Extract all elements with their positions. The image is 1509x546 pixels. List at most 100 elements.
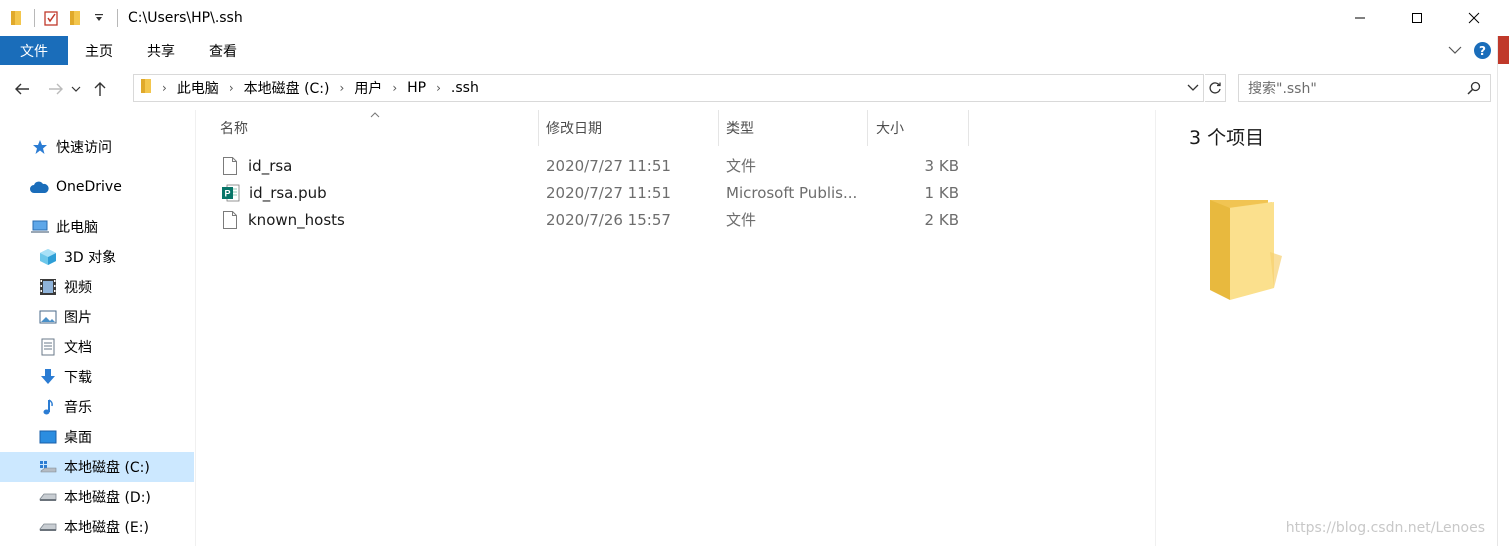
new-folder-icon[interactable] bbox=[67, 9, 83, 27]
blank-file-icon bbox=[222, 210, 240, 230]
customize-toolbar-dropdown-icon[interactable] bbox=[91, 9, 107, 27]
file-modified: 2020/7/27 11:51 bbox=[546, 156, 671, 175]
chevron-down-icon[interactable] bbox=[1187, 81, 1199, 97]
refresh-icon bbox=[1209, 82, 1221, 94]
file-size: 1 KB bbox=[924, 183, 959, 202]
nav-label: 桌面 bbox=[64, 430, 92, 446]
nav-item-pictures[interactable]: 图片 bbox=[0, 302, 194, 332]
recent-locations-dropdown-icon[interactable] bbox=[69, 76, 83, 102]
file-name: id_rsa.pub bbox=[249, 183, 327, 202]
file-row[interactable]: P id_rsa.pub 2020/7/27 11:51 Microsoft P… bbox=[210, 179, 1155, 206]
back-button[interactable] bbox=[9, 76, 35, 102]
file-row[interactable]: id_rsa 2020/7/27 11:51 文件 3 KB bbox=[210, 152, 1155, 179]
close-button[interactable] bbox=[1451, 0, 1497, 36]
file-size: 3 KB bbox=[924, 156, 959, 175]
download-icon bbox=[39, 368, 57, 386]
folder-icon[interactable] bbox=[8, 9, 24, 27]
breadcrumb-drive-c[interactable]: 本地磁盘 (C:) bbox=[244, 78, 330, 98]
nav-item-drive-d[interactable]: 本地磁盘 (D:) bbox=[0, 482, 194, 512]
column-header-type[interactable]: 类型 bbox=[716, 110, 868, 146]
drive-icon bbox=[39, 518, 57, 536]
navigation-pane: 快速访问 OneDrive 此电脑 3D 对象 视频 图片 文档 下载 音乐 桌… bbox=[0, 110, 196, 546]
breadcrumb-users[interactable]: 用户 bbox=[354, 78, 382, 98]
properties-icon[interactable] bbox=[43, 9, 59, 27]
large-folder-icon bbox=[1208, 198, 1284, 306]
file-modified: 2020/7/27 11:51 bbox=[546, 183, 671, 202]
address-bar[interactable]: › 此电脑 › 本地磁盘 (C:) › 用户 › HP › .ssh bbox=[133, 74, 1204, 102]
chevron-right-icon[interactable]: › bbox=[162, 81, 167, 95]
file-modified: 2020/7/26 15:57 bbox=[546, 210, 671, 229]
nav-label: 本地磁盘 (C:) bbox=[64, 460, 150, 476]
search-placeholder: 搜索".ssh" bbox=[1248, 81, 1317, 97]
toolbar-separator bbox=[117, 9, 118, 27]
refresh-button[interactable] bbox=[1205, 74, 1226, 102]
minimize-button[interactable] bbox=[1337, 0, 1383, 36]
nav-item-music[interactable]: 音乐 bbox=[0, 392, 194, 422]
search-icon[interactable] bbox=[1467, 81, 1481, 99]
file-type: 文件 bbox=[726, 211, 757, 229]
nav-label: OneDrive bbox=[56, 179, 122, 195]
drive-icon bbox=[39, 488, 57, 506]
nav-item-documents[interactable]: 文档 bbox=[0, 332, 194, 362]
chevron-right-icon[interactable]: › bbox=[436, 81, 441, 95]
nav-label: 视频 bbox=[64, 280, 92, 296]
file-row[interactable]: known_hosts 2020/7/26 15:57 文件 2 KB bbox=[210, 206, 1155, 233]
nav-label: 本地磁盘 (E:) bbox=[64, 520, 149, 536]
window-controls bbox=[1326, 0, 1497, 36]
file-list: 名称 修改日期 类型 大小 id_rsa 2020/7/27 11:51 文件 … bbox=[210, 110, 1155, 546]
quick-access-toolbar: C:\Users\HP\.ssh bbox=[0, 0, 243, 36]
tab-file[interactable]: 文件 bbox=[0, 36, 68, 65]
file-name-cell: known_hosts bbox=[222, 206, 345, 233]
svg-text:P: P bbox=[225, 188, 231, 198]
nav-item-quick-access[interactable]: 快速访问 bbox=[0, 132, 194, 162]
nav-item-desktop[interactable]: 桌面 bbox=[0, 422, 194, 452]
up-button[interactable] bbox=[87, 76, 113, 102]
preview-pane: 3 个项目 https://blog.csdn.net/Lenoes bbox=[1155, 110, 1497, 546]
folder-icon bbox=[140, 78, 152, 98]
nav-label: 文档 bbox=[64, 340, 92, 356]
nav-label: 快速访问 bbox=[56, 140, 112, 156]
nav-item-onedrive[interactable]: OneDrive bbox=[0, 172, 194, 202]
chevron-right-icon[interactable]: › bbox=[340, 81, 345, 95]
file-type: 文件 bbox=[726, 157, 757, 175]
cloud-icon bbox=[29, 178, 49, 196]
nav-item-drive-e[interactable]: 本地磁盘 (E:) bbox=[0, 512, 194, 542]
nav-item-drive-c[interactable]: 本地磁盘 (C:) bbox=[0, 452, 194, 482]
tab-home[interactable]: 主页 bbox=[68, 36, 130, 65]
ribbon-tabs: 文件 主页 共享 查看 ? bbox=[0, 36, 1497, 65]
breadcrumb-this-pc[interactable]: 此电脑 bbox=[177, 78, 219, 98]
maximize-button[interactable] bbox=[1394, 0, 1440, 36]
search-input[interactable]: 搜索".ssh" bbox=[1238, 74, 1491, 102]
nav-item-3d-objects[interactable]: 3D 对象 bbox=[0, 242, 194, 272]
column-header-size[interactable]: 大小 bbox=[866, 110, 969, 146]
nav-label: 3D 对象 bbox=[64, 250, 117, 266]
blank-file-icon bbox=[222, 156, 240, 176]
video-icon bbox=[39, 278, 57, 296]
documents-icon bbox=[39, 338, 57, 356]
forward-button[interactable] bbox=[43, 76, 69, 102]
star-icon bbox=[31, 138, 49, 156]
navigation-bar: › 此电脑 › 本地磁盘 (C:) › 用户 › HP › .ssh 搜索".s… bbox=[0, 68, 1497, 110]
nav-label: 本地磁盘 (D:) bbox=[64, 490, 151, 506]
nav-item-downloads[interactable]: 下载 bbox=[0, 362, 194, 392]
nav-item-videos[interactable]: 视频 bbox=[0, 272, 194, 302]
help-icon[interactable]: ? bbox=[1474, 42, 1491, 59]
nav-label: 下载 bbox=[64, 370, 92, 386]
nav-item-this-pc[interactable]: 此电脑 bbox=[0, 212, 194, 242]
music-icon bbox=[39, 398, 57, 416]
tab-view[interactable]: 查看 bbox=[192, 36, 254, 65]
computer-icon bbox=[31, 218, 49, 236]
breadcrumb-ssh[interactable]: .ssh bbox=[451, 80, 479, 96]
file-size: 2 KB bbox=[924, 210, 959, 229]
chevron-right-icon[interactable]: › bbox=[392, 81, 397, 95]
watermark: https://blog.csdn.net/Lenoes bbox=[1285, 520, 1485, 536]
expand-ribbon-icon[interactable] bbox=[1448, 43, 1462, 59]
nav-label: 图片 bbox=[64, 310, 92, 326]
file-name: id_rsa bbox=[248, 156, 293, 175]
breadcrumb-hp[interactable]: HP bbox=[407, 80, 426, 96]
column-header-modified[interactable]: 修改日期 bbox=[536, 110, 719, 146]
column-header-name[interactable]: 名称 bbox=[210, 110, 539, 146]
tab-share[interactable]: 共享 bbox=[130, 36, 192, 65]
ribbon-right-controls: ? bbox=[1448, 36, 1497, 65]
chevron-right-icon[interactable]: › bbox=[229, 81, 234, 95]
